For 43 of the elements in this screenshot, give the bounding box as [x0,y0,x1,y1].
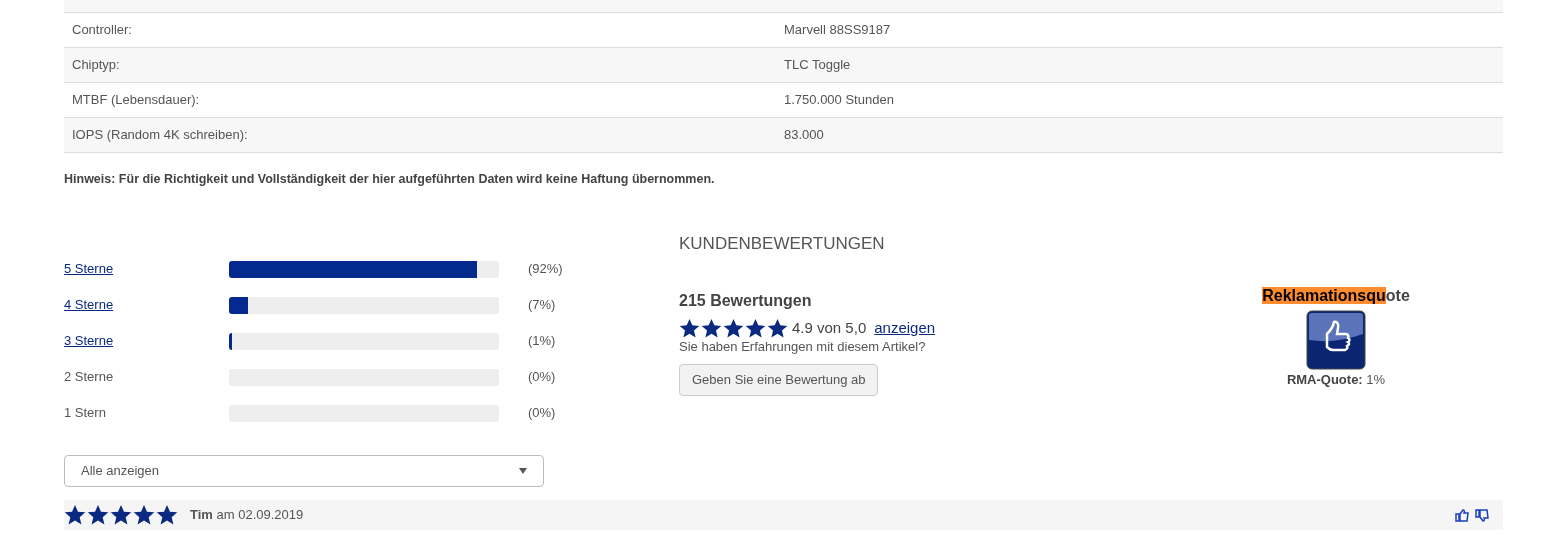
section-heading: KUNDENBEWERTUNGEN [679,233,886,255]
caret-icon [519,468,527,474]
write-review-button[interactable]: Geben Sie eine Bewertung ab [679,363,879,396]
star-icon [723,317,744,339]
spec-label: MTBF (Lebensdauer): [71,91,201,110]
spec-label: IOPS (Random 4K schreiben): [71,126,249,145]
disclaimer-text: Hinweis: Für die Richtigkeit und Vollständigkeit der hier aufgeführten Daten wird keine Haftung übernommen. [64,171,716,187]
star-icon [701,317,722,339]
rating-percent: (0%) [528,404,556,423]
average-score: 4.9 von 5,0 [792,318,867,338]
review-count: 215 Bewertungen [679,291,813,311]
star-icon [679,317,700,339]
spec-value: Marvell 88SS9187 [784,21,891,40]
filter-dropdown[interactable]: Alle anzeigen [64,455,544,487]
rating-filter-link[interactable]: 4 Sterne [64,295,229,315]
star-icon [110,504,132,526]
thumbs-down-icon[interactable] [1475,508,1489,522]
rma-rate: RMA-Quote: 1% [1286,371,1386,389]
thumbs-up-icon[interactable] [1455,508,1469,522]
rating-label: 2 Sterne [64,368,115,387]
star-icon [87,504,109,526]
rating-percent: (92%) [528,260,563,279]
star-icon [133,504,155,526]
review-byline: Tim am 02.09.2019 [190,506,304,525]
review-prompt: Sie haben Erfahrungen mit diesem Artikel? [679,339,927,354]
spec-value: 1.750.000 Stunden [784,91,894,110]
rating-label: 1 Stern [64,404,107,423]
rating-percent: (7%) [528,296,556,315]
spec-value: TLC Toggle [784,56,851,75]
show-reviews-link[interactable]: anzeigen [874,317,936,340]
rating-percent: (1%) [528,332,556,351]
rating-percent: (0%) [528,368,556,387]
star-icon [64,504,86,526]
star-icon [767,317,788,339]
rating-filter-link[interactable]: 3 Sterne [64,331,229,351]
star-icon [156,504,178,526]
spec-label: Controller: [71,21,133,40]
spec-label: Chiptyp: [71,56,121,75]
thumbs-up-icon [1306,310,1366,370]
rating-filter-link[interactable]: 5 Sterne [64,259,229,279]
spec-value: 83.000 [784,126,824,145]
star-icon [745,317,766,339]
rma-heading: Reklamationsquote [1262,286,1410,306]
